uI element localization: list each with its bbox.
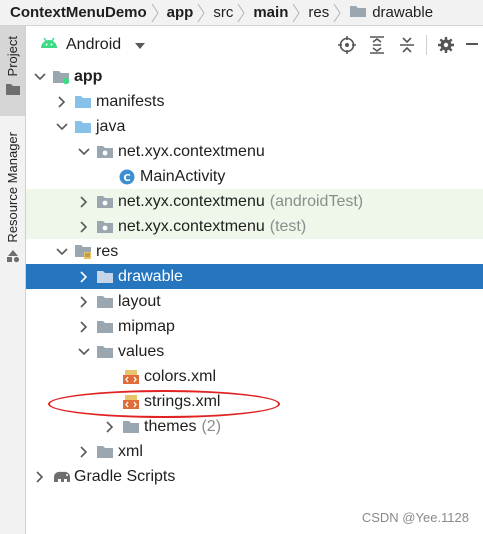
tree-item-res[interactable]: res (26, 239, 483, 264)
breadcrumb-app[interactable]: app (161, 0, 198, 25)
module-folder-icon (52, 68, 70, 86)
view-mode-label: Android (66, 36, 122, 53)
tree-item-package-main[interactable]: net.xyx.contextmenu (26, 139, 483, 164)
tree-item-drawable[interactable]: drawable (26, 264, 483, 289)
gear-icon[interactable] (431, 26, 461, 64)
breadcrumb-drawable[interactable]: drawable (343, 0, 437, 25)
breadcrumb-separator-icon (292, 0, 302, 25)
resource-folder-icon (74, 243, 92, 261)
tree-item-main-activity[interactable]: C MainActivity (26, 164, 483, 189)
chevron-right-icon[interactable] (76, 319, 92, 335)
tree-item-package-android-test[interactable]: net.xyx.contextmenu (androidTest) (26, 189, 483, 214)
tree-item-gradle-scripts[interactable]: Gradle Scripts (26, 464, 483, 489)
view-mode-selector[interactable]: Android (40, 36, 146, 54)
svg-text:C: C (123, 173, 130, 184)
breadcrumb-separator-icon (197, 0, 207, 25)
folder-icon (96, 318, 114, 336)
minimize-icon[interactable] (461, 26, 483, 64)
chevron-down-icon[interactable] (54, 244, 70, 260)
tree-item-java[interactable]: java (26, 114, 483, 139)
chevron-right-icon[interactable] (76, 269, 92, 285)
tree-item-values[interactable]: values (26, 339, 483, 364)
project-tab-label: Project (5, 36, 20, 77)
project-tree: app manifests java net.xyx.contextmenu C… (26, 64, 483, 489)
breadcrumb: ContextMenuDemo app src main res drawabl… (0, 0, 483, 26)
breadcrumb-main[interactable]: main (247, 0, 292, 25)
tree-item-layout[interactable]: layout (26, 289, 483, 314)
resource-manager-tab-label: Resource Manager (5, 132, 20, 243)
folder-icon (96, 343, 114, 361)
folder-icon (349, 4, 367, 22)
collapse-all-icon[interactable] (392, 26, 422, 64)
chevron-down-icon[interactable] (32, 69, 48, 85)
package-icon (96, 143, 114, 161)
chevron-right-icon[interactable] (76, 444, 92, 460)
chevron-right-icon[interactable] (76, 294, 92, 310)
breadcrumb-separator-icon (237, 0, 247, 25)
tree-item-themes[interactable]: themes (2) (26, 414, 483, 439)
folder-icon (96, 443, 114, 461)
tree-item-colors-xml[interactable]: colors.xml (26, 364, 483, 389)
breadcrumb-src[interactable]: src (207, 0, 237, 25)
tool-window-strip: Project Resource Manager (0, 26, 26, 534)
xml-file-icon (122, 368, 140, 386)
chevron-right-icon[interactable] (102, 419, 118, 435)
chevron-down-icon[interactable] (54, 119, 70, 135)
shapes-icon (6, 249, 20, 268)
resource-manager-tool-tab[interactable]: Resource Manager (0, 126, 25, 281)
chevron-right-icon[interactable] (32, 469, 48, 485)
folder-icon (96, 268, 114, 286)
tree-item-app[interactable]: app (26, 64, 483, 89)
android-icon (40, 36, 58, 54)
tree-item-manifests[interactable]: manifests (26, 89, 483, 114)
folder-icon (74, 118, 92, 136)
toolbar-divider (426, 35, 427, 55)
chevron-right-icon[interactable] (76, 194, 92, 210)
watermark: CSDN @Yee.1128 (361, 510, 469, 525)
breadcrumb-project[interactable]: ContextMenuDemo (0, 0, 151, 25)
breadcrumb-res[interactable]: res (302, 0, 333, 25)
package-icon (96, 193, 114, 211)
tree-item-mipmap[interactable]: mipmap (26, 314, 483, 339)
folder-icon (122, 418, 140, 436)
class-icon: C (118, 168, 136, 186)
folder-icon (74, 93, 92, 111)
expand-all-icon[interactable] (362, 26, 392, 64)
chevron-down-icon[interactable] (76, 144, 92, 160)
locate-icon[interactable] (332, 26, 362, 64)
package-icon (96, 218, 114, 236)
project-panel-toolbar: Android (26, 26, 483, 64)
annotation-ellipse (48, 390, 280, 418)
tree-item-package-test[interactable]: net.xyx.contextmenu (test) (26, 214, 483, 239)
chevron-right-icon[interactable] (76, 219, 92, 235)
folder-icon (96, 293, 114, 311)
chevron-down-icon (135, 36, 146, 54)
tree-item-xml[interactable]: xml (26, 439, 483, 464)
gradle-elephant-icon (52, 468, 70, 486)
chevron-right-icon[interactable] (54, 94, 70, 110)
folder-icon (5, 82, 20, 100)
project-tool-tab[interactable]: Project (0, 26, 25, 116)
breadcrumb-separator-icon (151, 0, 161, 25)
breadcrumb-separator-icon (333, 0, 343, 25)
chevron-down-icon[interactable] (76, 344, 92, 360)
